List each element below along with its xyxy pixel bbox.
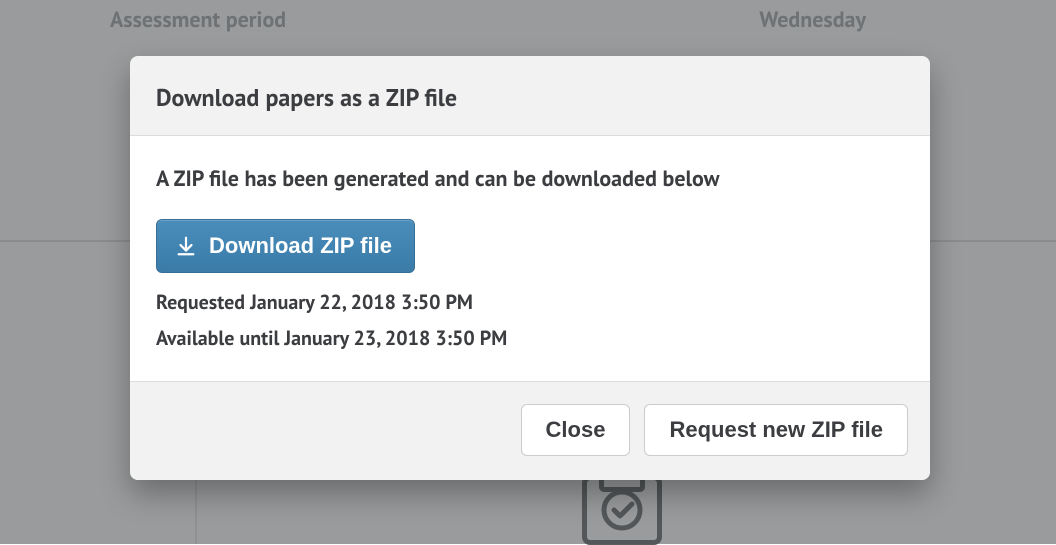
download-zip-modal: Download papers as a ZIP file A ZIP file…	[130, 56, 930, 480]
requested-timestamp: Requested January 22, 2018 3:50 PM	[156, 289, 904, 315]
download-zip-button-label: Download ZIP file	[209, 233, 392, 259]
modal-header: Download papers as a ZIP file	[130, 56, 930, 136]
modal-body: A ZIP file has been generated and can be…	[130, 136, 930, 381]
modal-title: Download papers as a ZIP file	[156, 82, 904, 113]
request-new-zip-button[interactable]: Request new ZIP file	[644, 404, 908, 456]
download-icon	[175, 235, 197, 257]
download-zip-button[interactable]: Download ZIP file	[156, 219, 415, 273]
close-button[interactable]: Close	[521, 404, 631, 456]
modal-message: A ZIP file has been generated and can be…	[156, 165, 904, 193]
modal-footer: Close Request new ZIP file	[130, 381, 930, 480]
available-until-timestamp: Available until January 23, 2018 3:50 PM	[156, 325, 904, 351]
